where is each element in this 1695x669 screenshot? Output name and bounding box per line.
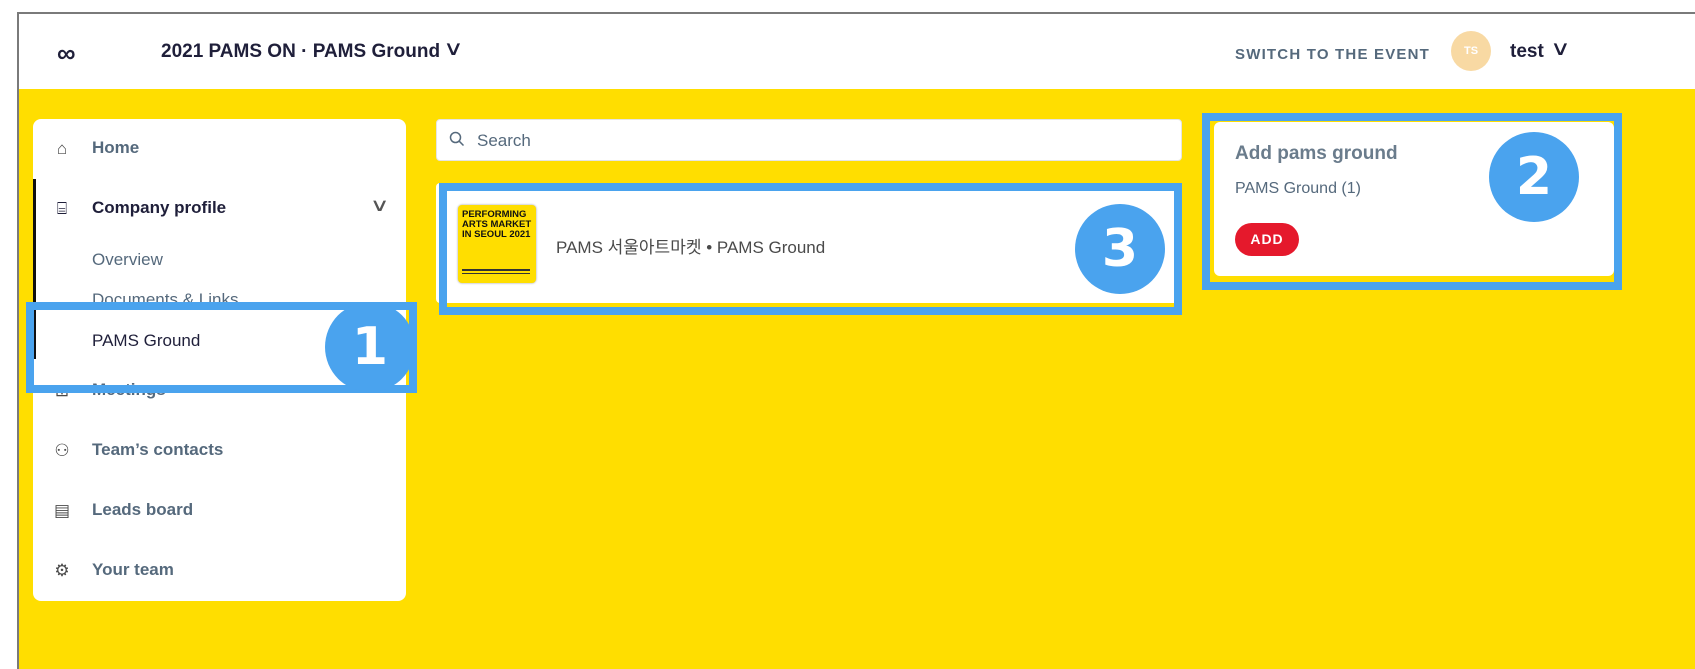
sidebar-item-your-team[interactable]: ⚙ Your team	[33, 551, 406, 591]
sidebar-item-label: Home	[92, 138, 140, 157]
annotation-badge-3: 3	[1075, 204, 1165, 294]
annotation-badge-2: 2	[1489, 132, 1579, 222]
team-icon: ⚙	[54, 561, 70, 580]
sidebar-subitem-overview[interactable]: Overview	[92, 250, 163, 270]
annotation-badge-1: 1	[325, 302, 415, 392]
sidebar-item-company-profile[interactable]: ⌸ Company profile ∨	[33, 189, 406, 229]
sidebar-item-label: Your team	[92, 560, 174, 579]
search-icon	[449, 131, 465, 147]
logo-icon[interactable]: ∞	[57, 38, 76, 69]
main-area: ⌂ Home ⌸ Company profile ∨ Overview Docu…	[19, 89, 1695, 669]
switch-to-event-link[interactable]: SWITCH TO THE EVENT	[1235, 46, 1430, 63]
chevron-down-icon[interactable]: ∨	[370, 195, 390, 216]
search-input[interactable]: Search	[436, 119, 1182, 161]
username-menu[interactable]: test	[1510, 41, 1544, 63]
sidebar-item-teams-contacts[interactable]: ⚇ Team’s contacts	[33, 431, 406, 471]
contacts-icon: ⚇	[54, 441, 70, 460]
avatar[interactable]: TS	[1451, 31, 1491, 71]
app-frame: ∞ 2021 PAMS ON · PAMS Ground ∨ SWITCH TO…	[17, 12, 1695, 669]
top-bar: ∞ 2021 PAMS ON · PAMS Ground ∨ SWITCH TO…	[19, 14, 1695, 94]
board-icon: ▤	[53, 501, 71, 520]
search-placeholder: Search	[477, 131, 531, 150]
store-icon: ⌸	[56, 199, 68, 218]
sidebar-item-label: Leads board	[92, 500, 194, 519]
event-title[interactable]: 2021 PAMS ON · PAMS Ground	[161, 41, 440, 63]
chevron-down-icon[interactable]: ∨	[443, 36, 463, 61]
highlight-box-3	[439, 183, 1182, 315]
sidebar-item-leads-board[interactable]: ▤ Leads board	[33, 491, 406, 531]
sidebar-item-home[interactable]: ⌂ Home	[33, 129, 406, 169]
chevron-down-icon[interactable]: ∨	[1550, 36, 1570, 61]
sidebar-item-label: Company profile	[92, 198, 227, 217]
sidebar-item-label: Team’s contacts	[92, 440, 224, 459]
home-icon: ⌂	[56, 139, 68, 158]
